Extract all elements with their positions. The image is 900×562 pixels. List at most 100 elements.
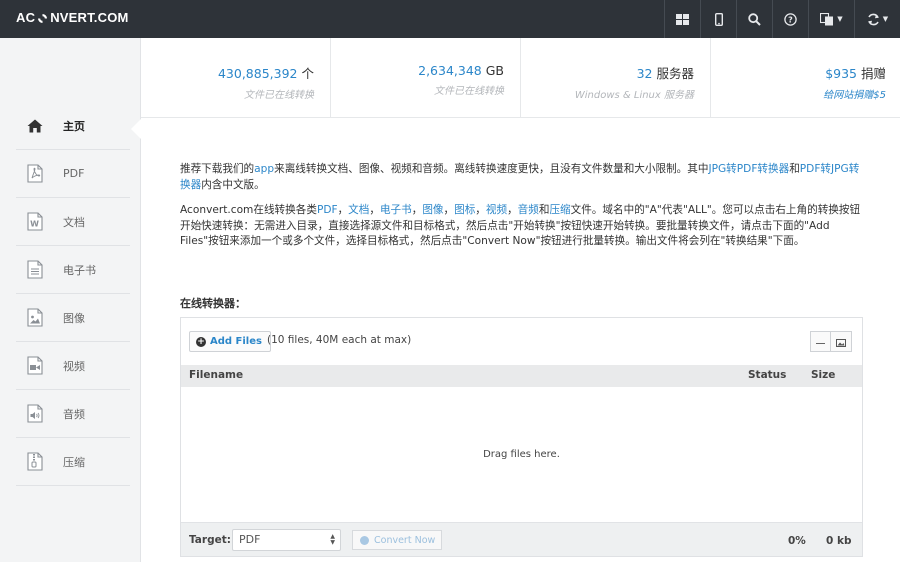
sidebar-item-video[interactable]: 视频: [16, 342, 130, 390]
stat-servers: 32 服务器 Windows & Linux 服务器: [521, 38, 711, 118]
convert-now-label: Convert Now: [374, 534, 436, 546]
sidebar-item-document[interactable]: W 文档: [16, 198, 130, 246]
separator: ，: [369, 204, 380, 216]
column-filename[interactable]: Filename: [189, 369, 243, 381]
category-link-icon[interactable]: 图标: [454, 204, 475, 216]
plus-circle-icon: +: [196, 336, 206, 347]
stat-value: 430,885,392: [217, 66, 298, 81]
stats-strip: 430,885,392 个 文件已在线转换 2,634,348 GB 文件已在线…: [141, 38, 900, 118]
intro-text: 来离线转换文档、图像、视频和音频。离线转换速度更快，且没有文件数量和大小限制。其…: [274, 163, 709, 175]
sidebar-item-label: 主页: [63, 119, 85, 133]
sidebar-item-label: 压缩: [63, 455, 85, 469]
convert-now-button[interactable]: Convert Now: [352, 530, 442, 550]
stat-files-count: 430,885,392 个 文件已在线转换: [141, 38, 331, 118]
svg-text:W: W: [30, 220, 39, 229]
view-toggle: [810, 331, 852, 352]
sidebar: 主页 PDF W 文档 电子书 图像 视频 音频 压缩: [0, 38, 141, 562]
svg-text:?: ?: [788, 15, 793, 24]
audio-file-icon: [25, 403, 45, 425]
search-button[interactable]: [736, 0, 772, 38]
column-status[interactable]: Status: [748, 369, 786, 381]
separator: ，: [337, 204, 349, 216]
category-link-document[interactable]: 文档: [348, 204, 369, 216]
total-size: 0 kb: [826, 535, 852, 547]
image-file-icon: [25, 307, 45, 329]
target-format-value: PDF: [239, 533, 261, 546]
stat-unit: 服务器: [656, 66, 694, 81]
top-navbar: AC NVERT.COM ? ▼ ▼: [0, 0, 900, 38]
site-logo[interactable]: AC NVERT.COM: [16, 10, 129, 25]
refresh-icon: [867, 13, 880, 26]
app-link[interactable]: app: [254, 163, 274, 175]
category-link-ebook[interactable]: 电子书: [380, 204, 412, 216]
stat-donations: $935 捐赠 给网站捐赠$5: [711, 38, 900, 118]
stat-caption: 文件已在线转换: [434, 86, 504, 97]
category-link-archive[interactable]: 压缩: [549, 204, 570, 216]
list-view-button[interactable]: [810, 331, 831, 352]
document-file-icon: W: [25, 211, 45, 233]
sidebar-item-audio[interactable]: 音频: [16, 390, 130, 438]
sidebar-item-image[interactable]: 图像: [16, 294, 130, 342]
mobile-button[interactable]: [700, 0, 736, 38]
target-format-select[interactable]: PDF ▲ ▼: [232, 529, 341, 551]
separator: ，: [507, 204, 518, 216]
sidebar-item-home[interactable]: 主页: [16, 102, 130, 150]
list-view-icon: [816, 332, 825, 351]
chevron-down-icon: ▼: [882, 15, 889, 23]
logo-swirl-icon: [37, 12, 48, 23]
select-arrows-icon: ▲ ▼: [330, 533, 335, 546]
file-drop-zone[interactable]: Drag files here.: [181, 387, 862, 522]
language-menu-button[interactable]: ▼: [808, 0, 854, 38]
sidebar-item-pdf[interactable]: PDF: [16, 150, 130, 198]
sidebar-item-ebook[interactable]: 电子书: [16, 246, 130, 294]
sidebar-item-label: 文档: [63, 215, 85, 229]
refresh-menu-button[interactable]: ▼: [854, 0, 900, 38]
convert-icon: [360, 535, 369, 545]
category-link-video[interactable]: 视频: [486, 204, 507, 216]
image-view-icon: [836, 332, 846, 351]
active-indicator: [131, 119, 141, 139]
sidebar-item-label: PDF: [63, 167, 85, 180]
column-size[interactable]: Size: [811, 369, 835, 381]
main-content: 推荐下载我们的app来离线转换文档、图像、视频和音频。离线转换速度更快，且没有文…: [141, 118, 900, 562]
archive-file-icon: [25, 451, 45, 473]
jpg-to-pdf-link[interactable]: JPG转PDF转换器: [708, 163, 789, 175]
total-progress: 0%: [788, 535, 806, 547]
separator: ，: [443, 204, 455, 216]
category-link-pdf[interactable]: PDF: [317, 204, 338, 216]
intro-text: 推荐下载我们的: [180, 163, 255, 175]
stat-unit: 个: [301, 66, 314, 81]
sidebar-item-archive[interactable]: 压缩: [16, 438, 130, 486]
intro-paragraph-usage: Aconvert.com在线转换各类PDF，文档，电子书，图像，图标，视频，音频…: [180, 203, 864, 250]
add-files-button[interactable]: + Add Files: [189, 331, 271, 352]
chevron-down-icon: ▼: [837, 15, 843, 23]
thumbnail-view-button[interactable]: [831, 331, 852, 352]
mobile-icon: [714, 12, 723, 26]
category-link-audio[interactable]: 音频: [518, 204, 539, 216]
ebook-file-icon: [25, 259, 45, 281]
logo-text-right: NVERT.COM: [50, 10, 129, 25]
help-icon: ?: [784, 12, 797, 26]
home-icon: [25, 115, 45, 137]
file-table-header: Filename Status Size: [181, 365, 862, 387]
stat-unit: 捐赠: [860, 66, 886, 81]
grid-button[interactable]: [664, 0, 700, 38]
stat-caption: 文件已在线转换: [244, 90, 314, 101]
separator: ，: [411, 204, 423, 216]
video-file-icon: [25, 355, 45, 377]
intro-text: 内含中文版。: [201, 178, 265, 191]
separator: ，: [475, 204, 486, 216]
sidebar-item-label: 电子书: [63, 263, 96, 277]
stat-caption: Windows & Linux 服务器: [574, 90, 694, 101]
sidebar-item-label: 图像: [63, 311, 85, 325]
language-icon: [820, 12, 834, 26]
stat-files-size: 2,634,348 GB 文件已在线转换: [331, 38, 521, 118]
sidebar-item-label: 视频: [63, 359, 85, 373]
drop-zone-text: Drag files here.: [483, 449, 560, 460]
donate-link[interactable]: 给网站捐赠$5: [711, 86, 886, 101]
stat-value: 2,634,348: [418, 63, 482, 78]
intro-text: 和: [789, 163, 800, 175]
stat-value: 32: [636, 66, 653, 81]
category-link-image[interactable]: 图像: [422, 204, 443, 216]
help-button[interactable]: ?: [772, 0, 808, 38]
